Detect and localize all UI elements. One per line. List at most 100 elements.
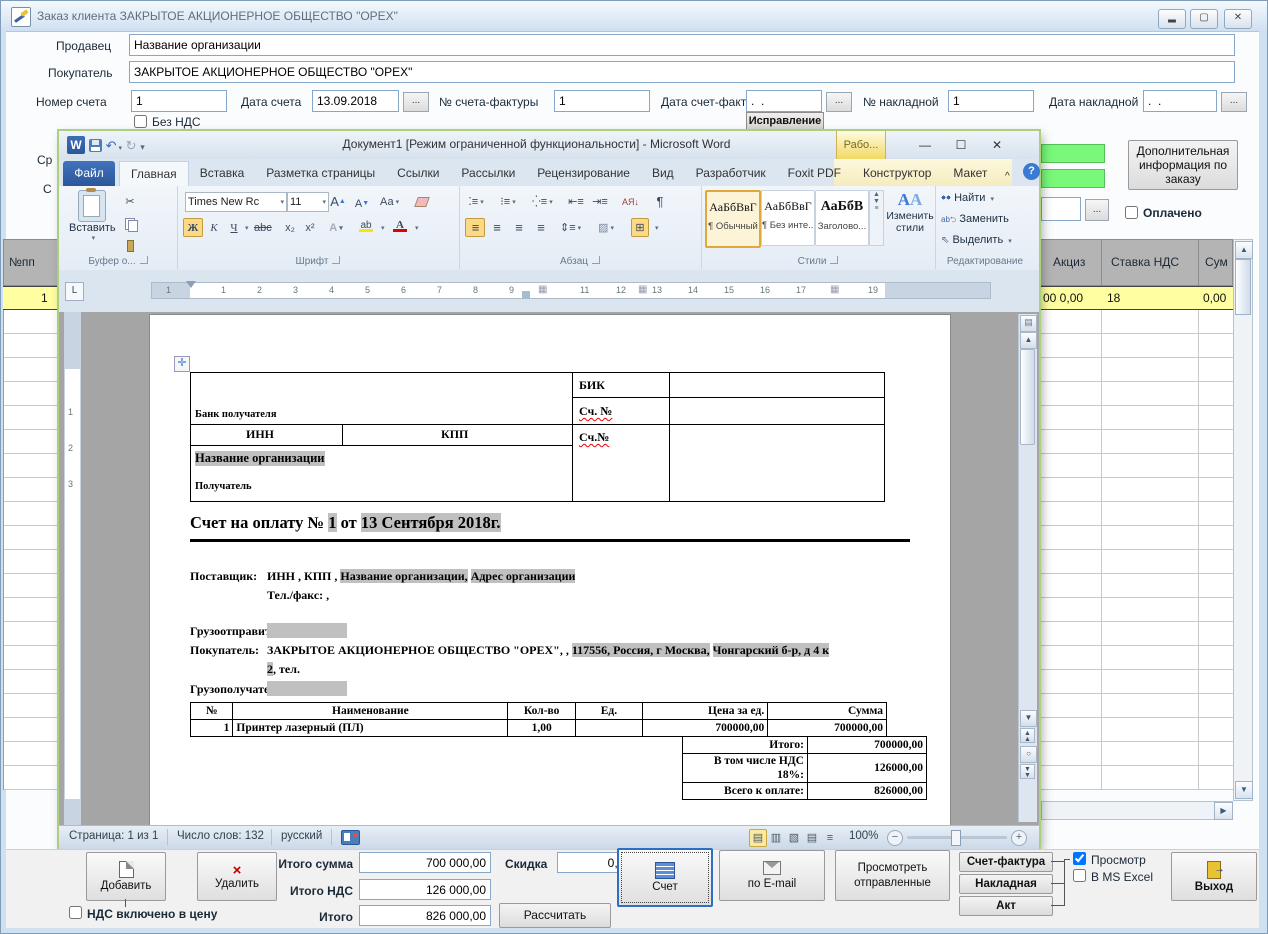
font-name-combo[interactable]: Times New Rc▾ [185,192,287,212]
document-page[interactable]: ✛ БИК Сч. № Банк получателя ИНН КПП Сч.№… [149,314,951,826]
word-vscroll-thumb[interactable] [1020,349,1035,445]
act-button[interactable]: Акт [959,896,1053,916]
email-button[interactable]: по E-mail [719,850,825,901]
grid-vscrollbar[interactable] [1233,239,1253,801]
language-indicator[interactable]: русский [281,830,322,842]
change-styles-button[interactable]: AA Изменить стили [887,190,933,234]
tab-home[interactable]: Главная [119,161,189,186]
font-color-icon[interactable]: А [391,216,409,235]
align-left-button[interactable]: ≡ [465,218,485,237]
browse-object-icon[interactable]: ○ [1020,746,1037,763]
decrease-indent-icon[interactable]: ⇤≡ [567,192,585,211]
change-case-icon[interactable]: Аа▾ [379,192,400,211]
vat-included-checkbox[interactable] [69,906,82,919]
superscript-button[interactable]: x² [301,218,319,237]
grid-scroll-up-icon[interactable]: ▲ [1235,241,1253,259]
scroll-down-icon[interactable]: ▼ [1020,710,1037,727]
word-minimize-button[interactable]: — [909,135,941,155]
find-button[interactable]: Найти ▾ [941,192,994,204]
word-close-button[interactable]: ✕ [981,135,1013,155]
scroll-up-icon[interactable]: ▲ [1020,332,1037,349]
right-cut-input[interactable] [1041,197,1081,221]
web-layout-view-icon[interactable]: ▧ [785,829,803,847]
grid-scroll-right-icon[interactable]: ▶ [1214,802,1233,820]
tab-file[interactable]: Файл [63,161,115,186]
select-button[interactable]: ⇖ Выделить ▾ [941,234,1012,246]
replace-button[interactable]: ab⮌ Заменить [941,213,1009,228]
tab-foxit-pdf[interactable]: Foxit PDF [777,161,852,186]
text-effects-icon[interactable]: А▾ [327,218,345,237]
table-column-marker-icon[interactable]: ▦ [830,284,839,295]
total-vat-input[interactable] [359,879,491,900]
justify-button[interactable]: ≡ [531,218,551,237]
tab-design[interactable]: Конструктор [852,161,942,186]
zoom-slider-thumb[interactable] [951,830,961,846]
font-size-combo[interactable]: 11▾ [287,192,329,212]
clipboard-dialog-launcher-icon[interactable] [140,256,148,264]
tab-selector[interactable]: L [65,282,84,301]
total-input[interactable] [359,905,491,926]
exit-button[interactable]: Выход [1171,852,1257,901]
zoom-in-icon[interactable]: + [1011,830,1027,846]
italic-button[interactable]: К [205,218,223,237]
proofing-icon[interactable] [341,830,360,845]
buyer-input[interactable] [129,61,1235,83]
style-normal[interactable]: АаБбВвГ ¶ Обычный [705,190,761,248]
previous-page-icon[interactable]: ▲▲ [1020,728,1035,743]
numbering-icon[interactable]: ⁝≡▾ [499,192,517,211]
recalculate-button[interactable]: Рассчитать [499,903,611,928]
tab-mailings[interactable]: Рассылки [450,161,526,186]
word-vscrollbar[interactable]: ▤ ▲ ▼ ▲▲ ○ ▼▼ [1018,314,1037,822]
increase-indent-icon[interactable]: ⇥≡ [591,192,609,211]
tab-layout[interactable]: Макет [942,161,998,186]
sort-icon[interactable]: АЯ↓ [621,192,640,211]
cut-icon[interactable]: ✂ [121,192,139,211]
borders-icon[interactable]: ⊞ [631,218,649,237]
paragraph-dialog-launcher-icon[interactable] [592,256,600,264]
table-column-marker-icon[interactable]: ▦ [638,284,647,295]
total-sum-input[interactable] [359,852,491,873]
align-center-button[interactable]: ≡ [487,218,507,237]
redo-icon[interactable]: ↻ [126,138,137,153]
right-indent-marker[interactable] [522,291,530,299]
invoice-button[interactable]: Счет [617,848,713,907]
multilevel-list-icon[interactable]: ⁛≡▾ [531,192,554,211]
invoice-date-picker-button[interactable]: ... [403,92,429,112]
format-painter-icon[interactable] [121,236,139,255]
subscript-button[interactable]: x₂ [281,218,299,237]
grid-scroll-down-icon[interactable]: ▼ [1235,781,1253,799]
bold-button[interactable]: Ж [183,218,203,237]
style-heading[interactable]: АаБбВ Заголово... [815,190,869,246]
invoice-number-input[interactable] [131,90,227,112]
copy-icon[interactable] [121,214,139,233]
vertical-ruler[interactable]: 1 2 3 [64,312,81,826]
shrink-font-icon[interactable]: А▼ [353,194,371,213]
grow-font-icon[interactable]: А▲ [329,192,347,211]
maximize-button[interactable]: ▢ [1190,9,1218,29]
view-sent-button[interactable]: Просмотретьотправленные [835,850,950,901]
table-column-marker-icon[interactable]: ▦ [538,284,547,295]
extra-info-button[interactable]: Дополнительная информация по заказу [1128,140,1238,190]
grid-hscrollbar[interactable] [1041,801,1233,820]
waybill-number-input[interactable] [948,90,1034,112]
vat-invoice-button[interactable]: Счет-фактура [959,852,1053,872]
minimize-button[interactable]: ▂ [1158,9,1186,29]
reading-view-icon[interactable]: ▥ [767,829,785,847]
paste-button[interactable]: Вставить▾ [69,190,116,242]
tab-page-layout[interactable]: Разметка страницы [255,161,386,186]
correction-button[interactable]: Исправление [746,112,824,131]
style-no-spacing[interactable]: АаБбВвГ ¶ Без инте... [761,190,815,246]
no-vat-checkbox[interactable] [134,115,147,128]
tab-insert[interactable]: Вставка [189,161,256,186]
shading-icon[interactable]: ▨▾ [597,218,615,237]
font-dialog-launcher-icon[interactable] [332,256,340,264]
waybill-button[interactable]: Накладная [959,874,1053,894]
vat-invoice-number-input[interactable] [554,90,650,112]
bullets-icon[interactable]: ⁚≡▾ [467,192,485,211]
first-line-indent-marker[interactable] [186,281,196,293]
undo-icon[interactable]: ↶▾ [106,138,122,153]
waybill-date-input[interactable] [1143,90,1217,112]
help-icon[interactable]: ? [1023,163,1040,180]
horizontal-ruler[interactable]: 1 1 2 3 4 5 6 7 8 9 ▦ 11 12 ▦ 13 14 15 1… [151,282,991,299]
underline-button[interactable]: Ч [225,218,243,237]
